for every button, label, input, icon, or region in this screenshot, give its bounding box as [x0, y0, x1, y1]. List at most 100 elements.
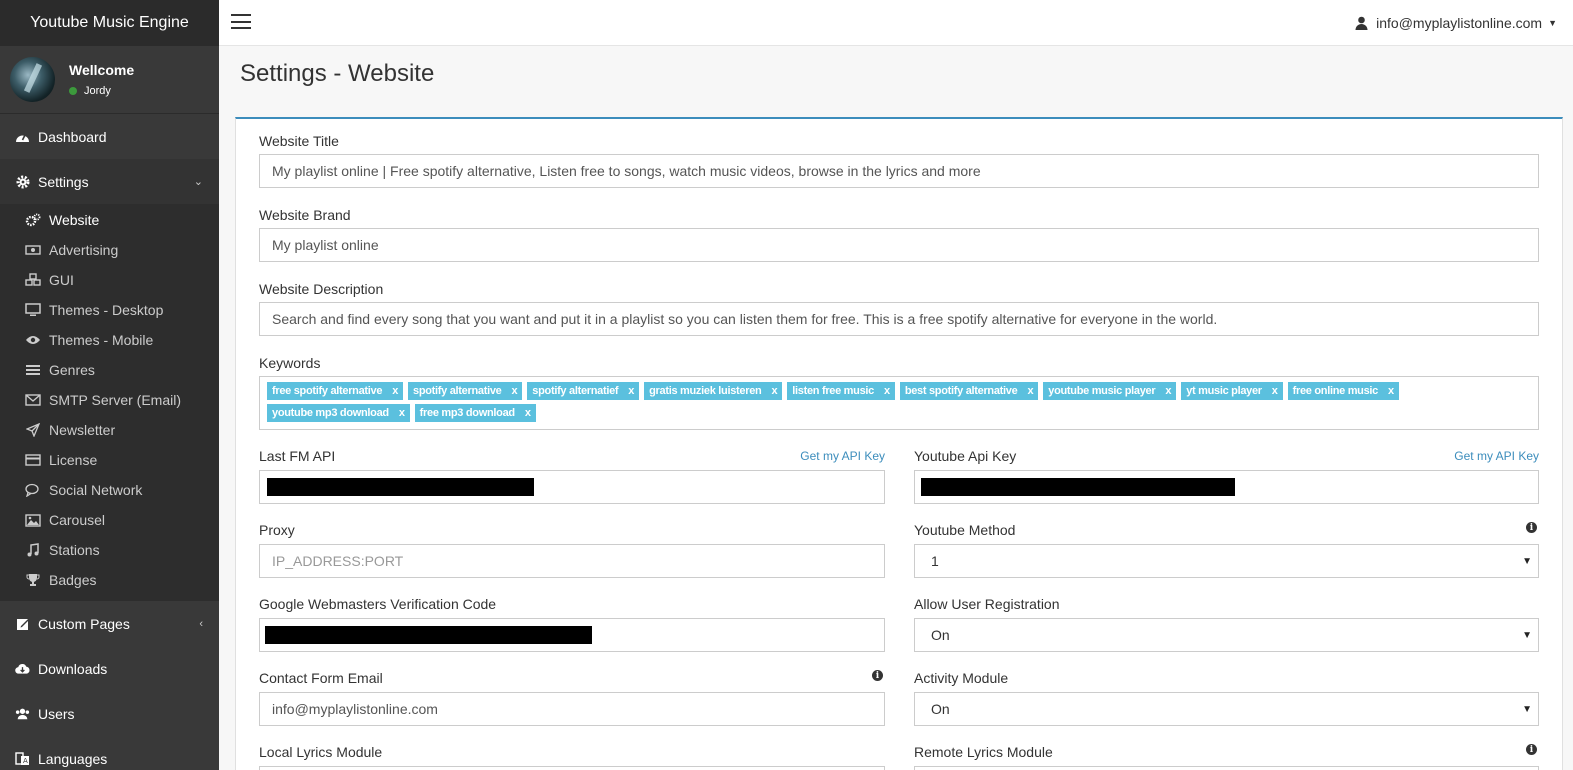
sidebar-item-themes-mobile[interactable]: Themes - Mobile — [0, 325, 219, 355]
lastfm-api-label: Last FM API — [259, 448, 336, 464]
settings-form: Website Title My playlist online | Free … — [235, 117, 1563, 770]
online-status-icon — [69, 87, 77, 95]
sidebar-item-settings[interactable]: Settings ⌄ — [0, 159, 219, 204]
keyword-tag: free spotify alternative x — [267, 382, 404, 400]
allow-registration-label: Allow User Registration — [914, 596, 1060, 612]
sidebar-item-label: Newsletter — [49, 422, 116, 438]
sidebar-item-badges[interactable]: Badges — [0, 565, 219, 595]
sidebar-item-smtp[interactable]: SMTP Server (Email) — [0, 385, 219, 415]
google-verification-label: Google Webmasters Verification Code — [259, 596, 497, 612]
remove-tag-icon[interactable]: x — [1272, 382, 1278, 400]
trophy-icon — [25, 573, 41, 587]
lastfm-get-key-link[interactable]: Get my API Key — [800, 447, 885, 465]
youtube-get-key-link[interactable]: Get my API Key — [1454, 447, 1539, 465]
website-description-input[interactable]: Search and find every song that you want… — [259, 302, 1539, 336]
keyword-tag: yt music player x — [1181, 382, 1283, 400]
remove-tag-icon[interactable]: x — [399, 404, 405, 422]
proxy-input[interactable]: IP_ADDRESS:PORT — [259, 544, 885, 578]
sidebar-item-carousel[interactable]: Carousel — [0, 505, 219, 535]
remote-lyrics-group: Remote Lyrics Module i — [914, 743, 1539, 770]
sidebar-item-label: Languages — [38, 750, 108, 767]
credit-card-icon — [25, 453, 41, 467]
list-icon — [25, 363, 41, 377]
menu-toggle-icon[interactable] — [231, 14, 251, 29]
youtube-method-value: 1 — [931, 553, 939, 569]
contact-email-input[interactable]: info@myplaylistonline.com — [259, 692, 885, 726]
info-icon[interactable]: i — [1526, 522, 1537, 533]
info-icon[interactable]: i — [872, 670, 883, 681]
allow-registration-select[interactable]: On ▼ — [914, 618, 1539, 652]
activity-module-label: Activity Module — [914, 670, 1009, 686]
remove-tag-icon[interactable]: x — [392, 382, 398, 400]
remote-lyrics-label: Remote Lyrics Module — [914, 744, 1053, 760]
remove-tag-icon[interactable]: x — [1165, 382, 1171, 400]
sidebar: Youtube Music Engine Wellcome Jordy Dash… — [0, 0, 219, 770]
sidebar-item-genres[interactable]: Genres — [0, 355, 219, 385]
keywords-group: Keywords free spotify alternative x spotif… — [259, 354, 1539, 430]
website-description-group: Website Description Search and find ever… — [259, 280, 1539, 336]
cloud-download-icon — [15, 661, 30, 676]
dropdown-arrow-icon: ▼ — [1522, 629, 1532, 641]
sidebar-item-label: Settings — [38, 173, 89, 190]
activity-module-value: On — [931, 701, 950, 717]
sidebar-item-label: Genres — [49, 362, 95, 378]
sidebar-item-users[interactable]: Users — [0, 691, 219, 736]
remove-tag-icon[interactable]: x — [1027, 382, 1033, 400]
website-description-label: Website Description — [259, 281, 384, 297]
app-brand[interactable]: Youtube Music Engine — [0, 0, 219, 46]
proxy-label: Proxy — [259, 522, 295, 538]
keyword-tag: free online music x — [1287, 382, 1399, 400]
youtube-api-label: Youtube Api Key — [914, 448, 1017, 464]
paper-plane-icon — [25, 423, 41, 437]
keyword-tag-label: free spotify alternative — [272, 385, 383, 397]
cubes-icon — [25, 273, 41, 287]
sidebar-item-label: SMTP Server (Email) — [49, 392, 181, 408]
sidebar-item-newsletter[interactable]: Newsletter — [0, 415, 219, 445]
gear-icon — [15, 174, 30, 189]
keyword-tag: youtube music player x — [1043, 382, 1177, 400]
sidebar-item-advertising[interactable]: Advertising — [0, 235, 219, 265]
user-welcome: Wellcome — [69, 62, 135, 78]
keyword-tag-label: yt music player — [1186, 385, 1262, 397]
redacted-block — [921, 478, 1235, 496]
remote-lyrics-select[interactable] — [914, 766, 1539, 770]
remove-tag-icon[interactable]: x — [1388, 382, 1394, 400]
sidebar-item-custom-pages[interactable]: Custom Pages ‹ — [0, 601, 219, 646]
allow-registration-value: On — [931, 627, 950, 643]
keyword-tag-label: free mp3 download — [419, 407, 515, 419]
website-title-input[interactable]: My playlist online | Free spotify altern… — [259, 154, 1539, 188]
keyword-tag-label: spotify alternatief — [532, 385, 619, 397]
remove-tag-icon[interactable]: x — [511, 382, 517, 400]
remove-tag-icon[interactable]: x — [525, 404, 531, 422]
sidebar-item-social-network[interactable]: Social Network — [0, 475, 219, 505]
keyword-tag-label: best spotify alternative — [904, 385, 1018, 397]
lastfm-api-input[interactable] — [259, 470, 885, 504]
info-icon[interactable]: i — [1526, 744, 1537, 755]
youtube-api-input[interactable] — [914, 470, 1539, 504]
website-brand-input[interactable]: My playlist online — [259, 228, 1539, 262]
caret-down-icon: ▼ — [1548, 18, 1557, 28]
sidebar-item-website[interactable]: Website — [0, 205, 219, 235]
google-verification-input[interactable] — [259, 618, 885, 652]
sidebar-item-themes-desktop[interactable]: Themes - Desktop — [0, 295, 219, 325]
activity-module-select[interactable]: On ▼ — [914, 692, 1539, 726]
settings-submenu: Website Advertising GUI Themes - Desktop… — [0, 204, 219, 601]
account-menu[interactable]: info@myplaylistonline.com ▼ — [1355, 0, 1557, 46]
sidebar-item-dashboard[interactable]: Dashboard — [0, 114, 219, 159]
sidebar-item-gui[interactable]: GUI — [0, 265, 219, 295]
remove-tag-icon[interactable]: x — [771, 382, 777, 400]
sidebar-item-languages[interactable]: A Languages — [0, 736, 219, 770]
image-icon — [25, 513, 41, 527]
keyword-tag: spotify alternatief x — [527, 382, 640, 400]
local-lyrics-select[interactable] — [259, 766, 885, 770]
sidebar-item-downloads[interactable]: Downloads — [0, 646, 219, 691]
sidebar-item-license[interactable]: License — [0, 445, 219, 475]
remove-tag-icon[interactable]: x — [884, 382, 890, 400]
user-name: Jordy — [84, 85, 111, 97]
sidebar-item-label: Website — [49, 212, 100, 228]
youtube-method-select[interactable]: 1 ▼ — [914, 544, 1539, 578]
keywords-input[interactable]: free spotify alternative x spotify alterna… — [259, 376, 1539, 430]
remove-tag-icon[interactable]: x — [628, 382, 634, 400]
sidebar-item-stations[interactable]: Stations — [0, 535, 219, 565]
lastfm-api-group: Last FM API Get my API Key — [259, 447, 885, 504]
